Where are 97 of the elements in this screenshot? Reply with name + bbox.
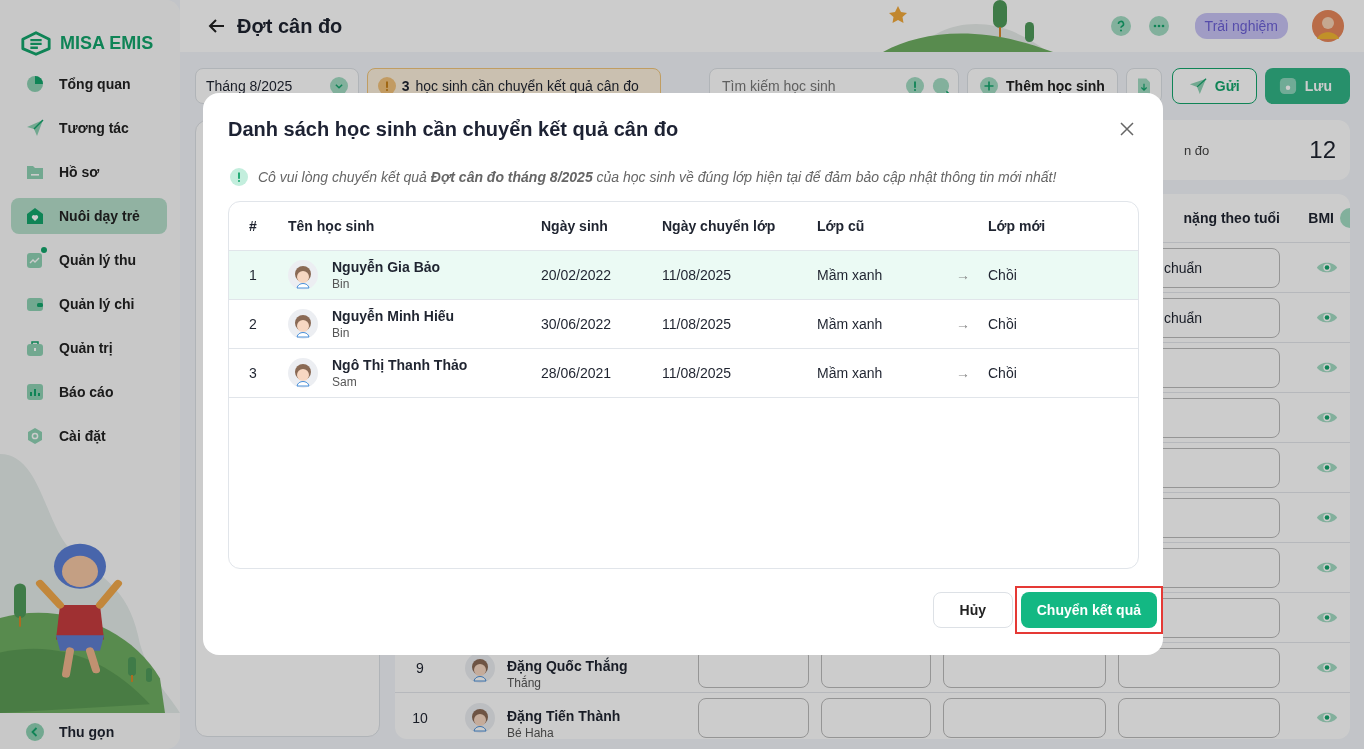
stat-value: 12: [1309, 136, 1336, 164]
logo-icon: [20, 29, 52, 57]
input-field[interactable]: [821, 697, 931, 738]
student-nickname: Bin: [332, 277, 351, 291]
student-name: Nguyễn Gia Bảo: [332, 259, 441, 275]
student-nickname: Thắng: [507, 675, 543, 690]
student-avatar: [288, 260, 318, 290]
nav-item[interactable]: Quản lý chi: [11, 286, 167, 322]
nav-item[interactable]: Báo cáo: [11, 374, 167, 410]
row-number: 2: [249, 316, 257, 332]
pie-chart-icon: [25, 74, 45, 94]
table-row[interactable]: 3 Ngô Thị Thanh Thảo Sam 28/06/2021 11/08/2025 Mầm xanh → Chồi: [229, 349, 1138, 398]
dialog-title: Danh sách học sinh cần chuyển kết quả cân đo: [228, 117, 679, 141]
new-class: Chồi: [988, 267, 1017, 283]
column-header: Ngày chuyển lớp: [662, 218, 776, 234]
row-number: 1: [249, 267, 257, 283]
eye-icon[interactable]: [1316, 460, 1338, 475]
help-icon[interactable]: [1110, 16, 1131, 36]
column-header: nặng theo tuổi: [1183, 210, 1280, 226]
column-header: Lớp cũ: [817, 218, 865, 234]
eye-icon[interactable]: [1316, 260, 1338, 275]
eye-icon[interactable]: [1316, 660, 1338, 675]
row-number: 3: [249, 365, 257, 381]
input-field[interactable]: [698, 697, 809, 738]
more-icon[interactable]: [1148, 16, 1169, 36]
student-name: Đặng Quốc Thắng: [507, 657, 628, 674]
page-title: Đợt cân đo: [237, 14, 343, 38]
gear-icon: [25, 426, 45, 446]
old-class: Mầm xanh: [817, 365, 883, 381]
row-number: 9: [416, 659, 424, 676]
eye-icon[interactable]: [1316, 710, 1338, 725]
nav-item[interactable]: Tổng quan: [11, 66, 167, 102]
column-header: BMI: [1308, 210, 1334, 226]
student-nickname: Bin: [332, 326, 351, 340]
cancel-button[interactable]: Hủy: [932, 592, 1013, 628]
student-nickname: Sam: [332, 375, 358, 389]
eye-icon[interactable]: [1316, 510, 1338, 525]
arrow-text: →: [956, 316, 970, 332]
logo-text: MISA EMIS: [60, 32, 154, 54]
chevron-left-icon[interactable]: [25, 722, 45, 742]
column-header: Lớp mới: [988, 218, 1046, 234]
new-class: Chồi: [988, 316, 1017, 332]
paper-plane-icon: [25, 118, 45, 138]
close-icon[interactable]: [1119, 121, 1135, 137]
column-header: Tên học sinh: [288, 218, 375, 234]
birth-date: 30/06/2022: [541, 316, 612, 332]
paper-plane-icon: [1188, 77, 1207, 95]
notice-text: Cô vui lòng chuyển kết quả Đợt cân đo tháng 8/2025 của học sinh về đúng lớp hiện tại để đảm bảo cập nhật thông tin mới nhất!: [258, 169, 1057, 185]
student-name: Nguyễn Minh Hiếu: [332, 308, 455, 324]
transfer-date: 11/08/2025: [662, 267, 732, 283]
nav-item[interactable]: Quản lý thu: [11, 242, 167, 278]
eye-icon[interactable]: [1316, 310, 1338, 325]
search-icon[interactable]: [932, 77, 951, 95]
briefcase-icon: [25, 338, 45, 358]
stat-label: n đo: [1184, 142, 1210, 158]
old-class: Mầm xanh: [817, 316, 883, 332]
birth-date: 28/06/2021: [541, 365, 612, 381]
new-class: Chồi: [988, 365, 1017, 381]
student-nickname: Bé Haha: [507, 725, 555, 739]
warning-text: học sinh cần chuyển kết quả cân đo: [415, 78, 639, 94]
birth-date: 20/02/2022: [541, 267, 612, 283]
nav-item[interactable]: Cài đặt: [11, 418, 167, 454]
student-avatar: [288, 358, 318, 388]
nav-item[interactable]: Quản trị: [11, 330, 167, 366]
search-input[interactable]: Tìm kiếm học sinh: [720, 77, 899, 95]
warning-count: 3: [401, 78, 410, 94]
table-row[interactable]: 2 Nguyễn Minh Hiếu Bin 30/06/2022 11/08/2025 Mầm xanh → Chồi: [229, 300, 1138, 349]
eye-icon[interactable]: [1316, 410, 1338, 425]
student-name: Đặng Tiến Thành: [507, 707, 621, 724]
arrow-text: →: [956, 267, 970, 283]
old-class: Mầm xanh: [817, 267, 883, 283]
arrow-text: →: [956, 365, 970, 381]
student-name: Ngô Thị Thanh Thảo: [332, 357, 468, 373]
student-avatar: [465, 702, 495, 733]
eye-icon[interactable]: [1316, 610, 1338, 625]
eye-icon[interactable]: [1316, 560, 1338, 575]
chevron-down-icon: [329, 77, 348, 95]
column-header: Ngày sinh: [541, 218, 608, 234]
trend-chart-icon: [25, 250, 45, 270]
info-icon: [1340, 208, 1350, 228]
table-row[interactable]: 1 Nguyễn Gia Bảo Bin 20/02/2022 11/08/2025 Mầm xanh → Chồi: [229, 251, 1138, 300]
info-icon: [230, 168, 248, 186]
column-header: #: [249, 218, 257, 234]
user-avatar[interactable]: [1312, 10, 1344, 42]
transfer-date: 11/08/2025: [662, 365, 732, 381]
nav-item[interactable]: Nuôi dạy trẻ: [11, 198, 167, 234]
transfer-date: 11/08/2025: [662, 316, 732, 332]
input-field[interactable]: [1118, 697, 1280, 738]
input-field[interactable]: [943, 697, 1106, 738]
nav-item[interactable]: Hồ sơ: [11, 154, 167, 190]
nav-item[interactable]: Tương tác: [11, 110, 167, 146]
collapse-link[interactable]: Thu gọn: [59, 724, 115, 740]
bar-chart-icon: [25, 382, 45, 402]
eye-icon[interactable]: [1316, 360, 1338, 375]
row-number: 10: [412, 709, 428, 726]
student-avatar: [288, 309, 318, 339]
house-heart-icon: [25, 206, 45, 226]
